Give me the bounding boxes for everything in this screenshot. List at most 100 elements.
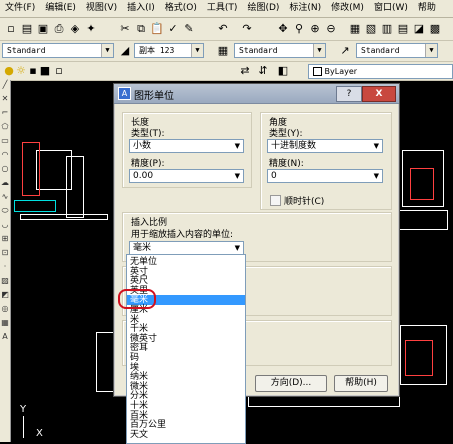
menu-item-9[interactable]: 窗口(W) — [369, 0, 413, 17]
make-current-icon[interactable]: ◧ — [276, 64, 290, 78]
menu-item-10[interactable]: 帮助 — [413, 0, 441, 17]
insert-units-select[interactable]: 毫米 ▼ — [129, 241, 244, 255]
ellipse-icon[interactable]: ⬭ — [0, 206, 10, 220]
make-block-icon[interactable]: ⊡ — [0, 248, 10, 262]
layer-color-icon[interactable]: ■ — [38, 64, 52, 78]
zoom-window-icon[interactable]: ⊕ — [308, 22, 322, 36]
open-icon[interactable]: ▤ — [20, 22, 34, 36]
layer-states-icon[interactable]: ⇵ — [256, 64, 270, 78]
copy-icon[interactable]: ⧉ — [134, 22, 148, 36]
insert-block-icon[interactable]: ⊞ — [0, 234, 10, 248]
menu-item-1[interactable]: 编辑(E) — [40, 0, 81, 17]
chevron-down-icon: ▼ — [373, 142, 379, 150]
paste-icon[interactable]: 📋 — [150, 22, 164, 36]
insert-scale-desc: 用于缩放插入内容的单位: — [131, 230, 234, 240]
unit-option[interactable]: 无单位 — [130, 257, 157, 267]
unit-option[interactable]: 百万公里 — [130, 420, 166, 430]
dim-style-combo[interactable]: 副本 123 ▼ — [134, 43, 204, 58]
dialog-title: 图形单位 — [134, 91, 174, 102]
calc-icon[interactable]: ▩ — [428, 22, 442, 36]
menu-item-2[interactable]: 视图(V) — [81, 0, 122, 17]
help-button[interactable]: 帮助(H) — [334, 375, 388, 392]
pan-icon[interactable]: ✥ — [276, 22, 290, 36]
color-control-combo[interactable]: ByLayer — [308, 64, 453, 79]
table-style-combo[interactable]: Standard ▼ — [234, 43, 326, 58]
menu-item-5[interactable]: 工具(T) — [202, 0, 243, 17]
unit-option[interactable]: 分米 — [130, 391, 148, 401]
menu-item-4[interactable]: 格式(O) — [160, 0, 202, 17]
angle-type-label: 类型(Y): — [269, 129, 303, 139]
hatch-icon[interactable]: ▨ — [0, 276, 10, 290]
properties-icon[interactable]: ▦ — [348, 22, 362, 36]
color-swatch — [313, 67, 322, 76]
undo-icon[interactable]: ↶ — [216, 22, 230, 36]
sheet-set-icon[interactable]: ▤ — [396, 22, 410, 36]
preview-icon[interactable]: ◈ — [68, 22, 82, 36]
unit-option[interactable]: 天文 — [130, 430, 148, 440]
redo-icon[interactable]: ↷ — [240, 22, 254, 36]
multileader-style-value: Standard — [361, 46, 400, 55]
table-style-icon[interactable]: ▦ — [216, 44, 230, 58]
length-precision-select[interactable]: 0.00 ▼ — [129, 169, 244, 183]
insert-units-dropdown-list[interactable]: 无单位 英寸 英尺 英里 毫米 厘米米千米 微英寸 密耳码埃纳米 微米 分米 十米 百米 百万公里 天文 — [126, 254, 246, 444]
multileader-style-combo[interactable]: Standard ▼ — [356, 43, 438, 58]
line-icon[interactable]: ╱ — [0, 80, 10, 94]
dialog-titlebar[interactable]: A 图形单位 ? X — [114, 84, 399, 104]
unit-option[interactable]: 纳米 — [130, 372, 148, 382]
direction-button[interactable]: 方向(D)... — [255, 375, 327, 392]
titlebar-help-button[interactable]: ? — [336, 86, 362, 102]
unit-option[interactable]: 英尺 — [130, 276, 148, 286]
angle-type-select[interactable]: 十进制度数 ▼ — [267, 139, 383, 153]
menu-item-8[interactable]: 修改(M) — [326, 0, 369, 17]
gradient-icon[interactable]: ◩ — [0, 290, 10, 304]
dim-style-icon[interactable]: ◢ — [118, 44, 132, 58]
insert-units-value: 毫米 — [133, 243, 152, 253]
layer-previous-icon[interactable]: ⇄ — [238, 64, 252, 78]
unit-option[interactable]: 十米 — [130, 401, 148, 411]
spline-icon[interactable]: ∿ — [0, 192, 10, 206]
length-type-select[interactable]: 小数 ▼ — [129, 139, 244, 153]
unit-option[interactable]: 码 — [130, 353, 139, 363]
save-icon[interactable]: ▣ — [36, 22, 50, 36]
publish-icon[interactable]: ✦ — [84, 22, 98, 36]
multileader-style-icon[interactable]: ↗ — [338, 44, 352, 58]
region-icon[interactable]: ◎ — [0, 304, 10, 318]
angle-type-value: 十进制度数 — [271, 141, 317, 151]
cut-icon[interactable]: ✂ — [118, 22, 132, 36]
polygon-icon[interactable]: ⬠ — [0, 122, 10, 136]
chevron-down-icon: ▼ — [313, 44, 325, 57]
new-icon[interactable]: ▫ — [4, 22, 18, 36]
zoom-previous-icon[interactable]: ⊖ — [324, 22, 338, 36]
rectangle-icon[interactable]: ▭ — [0, 136, 10, 150]
menu-item-3[interactable]: 插入(I) — [122, 0, 160, 17]
point-icon[interactable]: · — [0, 262, 10, 276]
markup-icon[interactable]: ◪ — [412, 22, 426, 36]
menu-item-7[interactable]: 标注(N) — [284, 0, 326, 17]
brush-icon[interactable]: ✎ — [182, 22, 196, 36]
cloud-icon[interactable]: ☁ — [0, 178, 10, 192]
mtext-icon[interactable]: A — [0, 332, 10, 346]
layer-name-icon[interactable]: ▫ — [52, 64, 66, 78]
design-center-icon[interactable]: ▧ — [364, 22, 378, 36]
menu-item-0[interactable]: 文件(F) — [0, 0, 40, 17]
text-style-combo[interactable]: Standard ▼ — [2, 43, 114, 58]
ellipse-arc-icon[interactable]: ◡ — [0, 220, 10, 234]
polyline-icon[interactable]: ⌐ — [0, 108, 10, 122]
angle-precision-select[interactable]: 0 ▼ — [267, 169, 383, 183]
zoom-realtime-icon[interactable]: ⚲ — [292, 22, 306, 36]
construction-line-icon[interactable]: ✕ — [0, 94, 10, 108]
close-button[interactable]: X — [362, 86, 396, 102]
unit-option[interactable]: 密耳 — [130, 343, 148, 353]
unit-option[interactable]: 千米 — [130, 324, 148, 334]
dim-style-value: 副本 123 — [139, 46, 175, 55]
circle-icon[interactable]: ○ — [0, 164, 10, 178]
layers-toolbar: ● ☼ ▪ ■ ▫ ⇄ ⇵ ◧ ByLayer — [0, 62, 453, 81]
match-icon[interactable]: ✓ — [166, 22, 180, 36]
clockwise-label: 顺时针(C) — [284, 197, 325, 207]
plot-icon[interactable]: ⎙ — [52, 22, 66, 36]
menu-item-6[interactable]: 绘图(D) — [242, 0, 284, 17]
table-icon[interactable]: ▦ — [0, 318, 10, 332]
tool-palette-icon[interactable]: ▥ — [380, 22, 394, 36]
arc-icon[interactable]: ◠ — [0, 150, 10, 164]
clockwise-checkbox[interactable] — [270, 195, 281, 206]
